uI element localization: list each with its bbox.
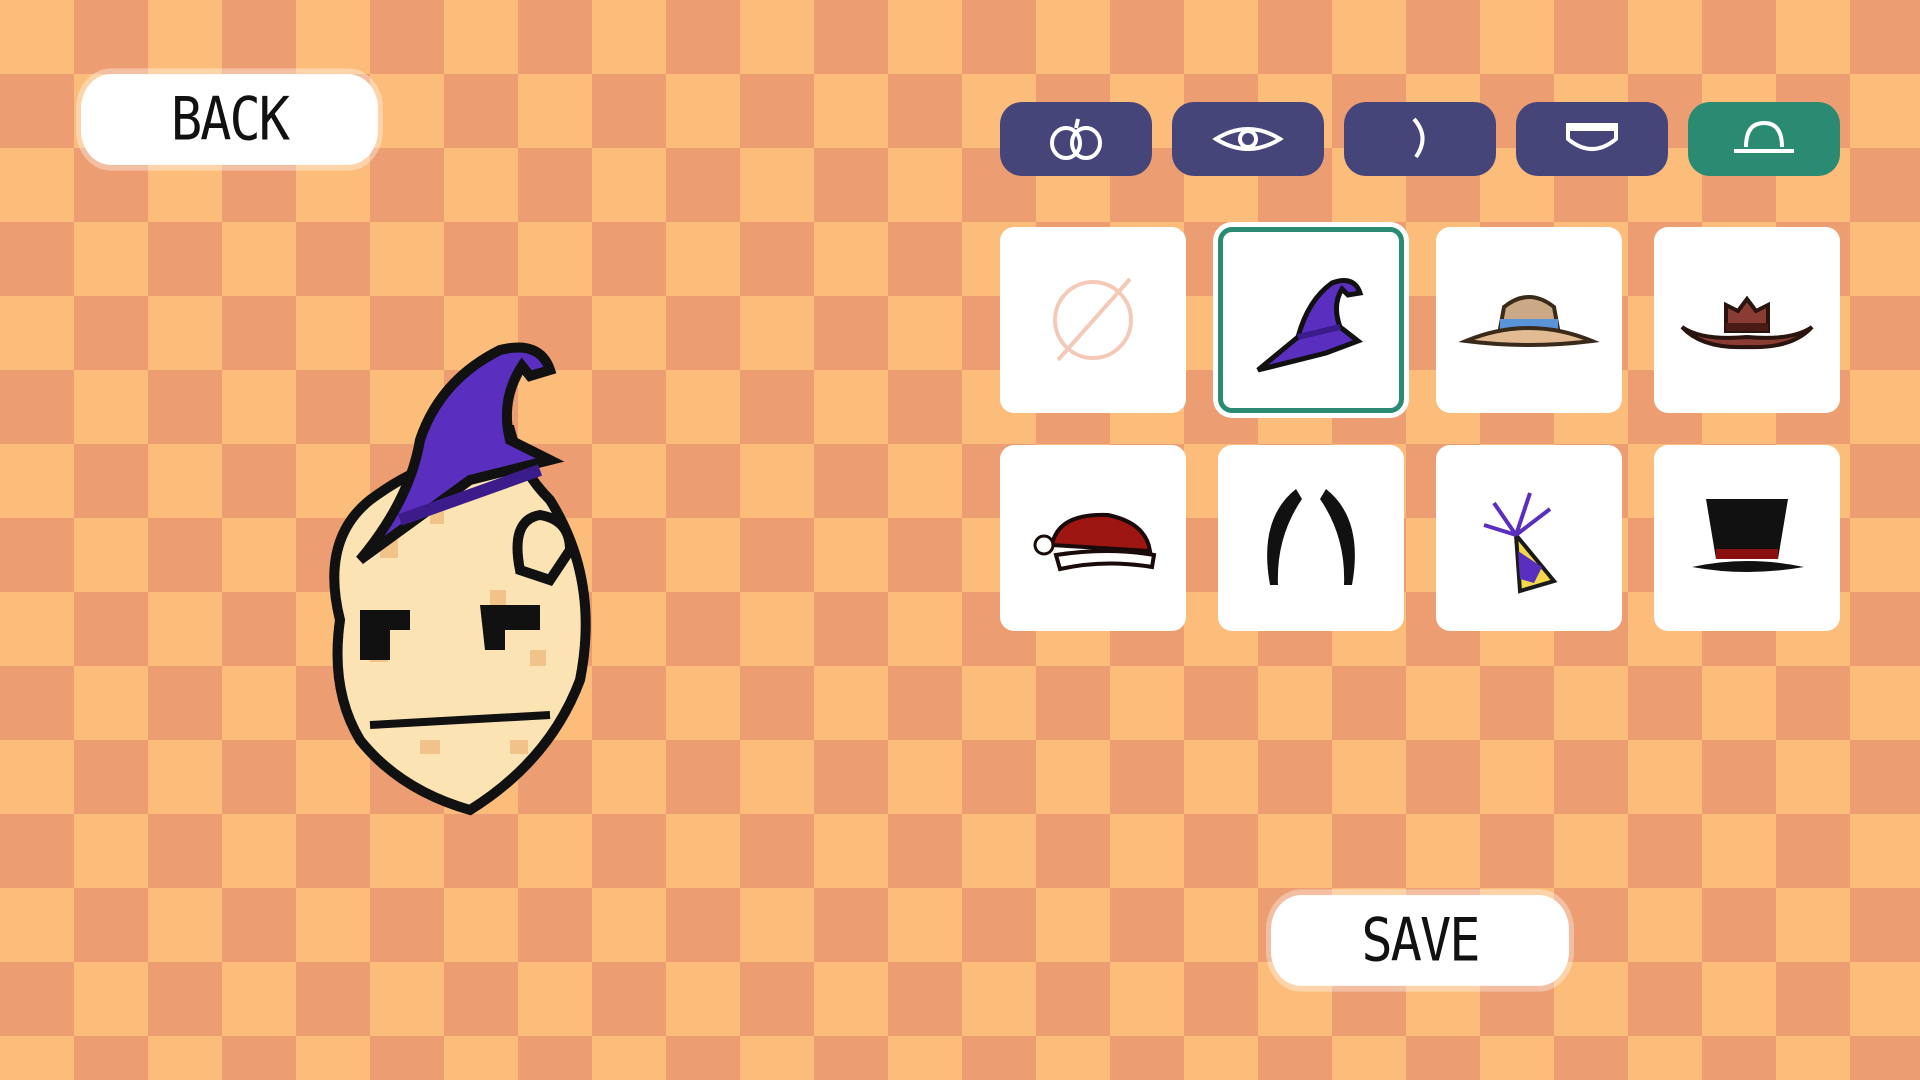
hat-option-cowboy[interactable] <box>1654 227 1840 413</box>
hat-option-none[interactable] <box>1000 227 1186 413</box>
mouth-icon <box>1566 123 1618 151</box>
hat-option-tophat[interactable] <box>1654 445 1840 631</box>
top-hat-icon <box>1692 499 1804 572</box>
tab-hat[interactable] <box>1688 102 1840 176</box>
tab-pumpkin[interactable] <box>1000 102 1152 176</box>
category-tabs <box>1000 102 1840 176</box>
hat-option-sunhat[interactable] <box>1436 227 1622 413</box>
hat-options-grid <box>1000 227 1842 631</box>
party-hat-icon <box>1483 492 1558 594</box>
witch-hat-icon <box>1256 278 1364 373</box>
none-icon <box>1053 277 1133 362</box>
eye-icon <box>1212 127 1284 151</box>
hat-option-party[interactable] <box>1436 445 1622 631</box>
tab-mouth[interactable] <box>1516 102 1668 176</box>
pumpkin-character-preview <box>329 342 591 816</box>
save-button[interactable]: SAVE <box>1271 895 1569 986</box>
hat-option-witch[interactable] <box>1218 227 1404 413</box>
back-button[interactable]: BACK <box>81 74 378 165</box>
santa-hat-icon <box>1033 512 1157 572</box>
hat-option-santa[interactable] <box>1000 445 1186 631</box>
hat-icon <box>1734 120 1794 153</box>
pumpkin-body-icon <box>1050 118 1102 160</box>
hat-option-horns[interactable] <box>1218 445 1404 631</box>
cowboy-hat-icon <box>1680 295 1814 350</box>
nose-icon <box>1412 117 1425 159</box>
horns-icon <box>1267 489 1355 585</box>
tab-eyes[interactable] <box>1172 102 1324 176</box>
sun-hat-icon <box>1458 295 1600 347</box>
tab-nose[interactable] <box>1344 102 1496 176</box>
